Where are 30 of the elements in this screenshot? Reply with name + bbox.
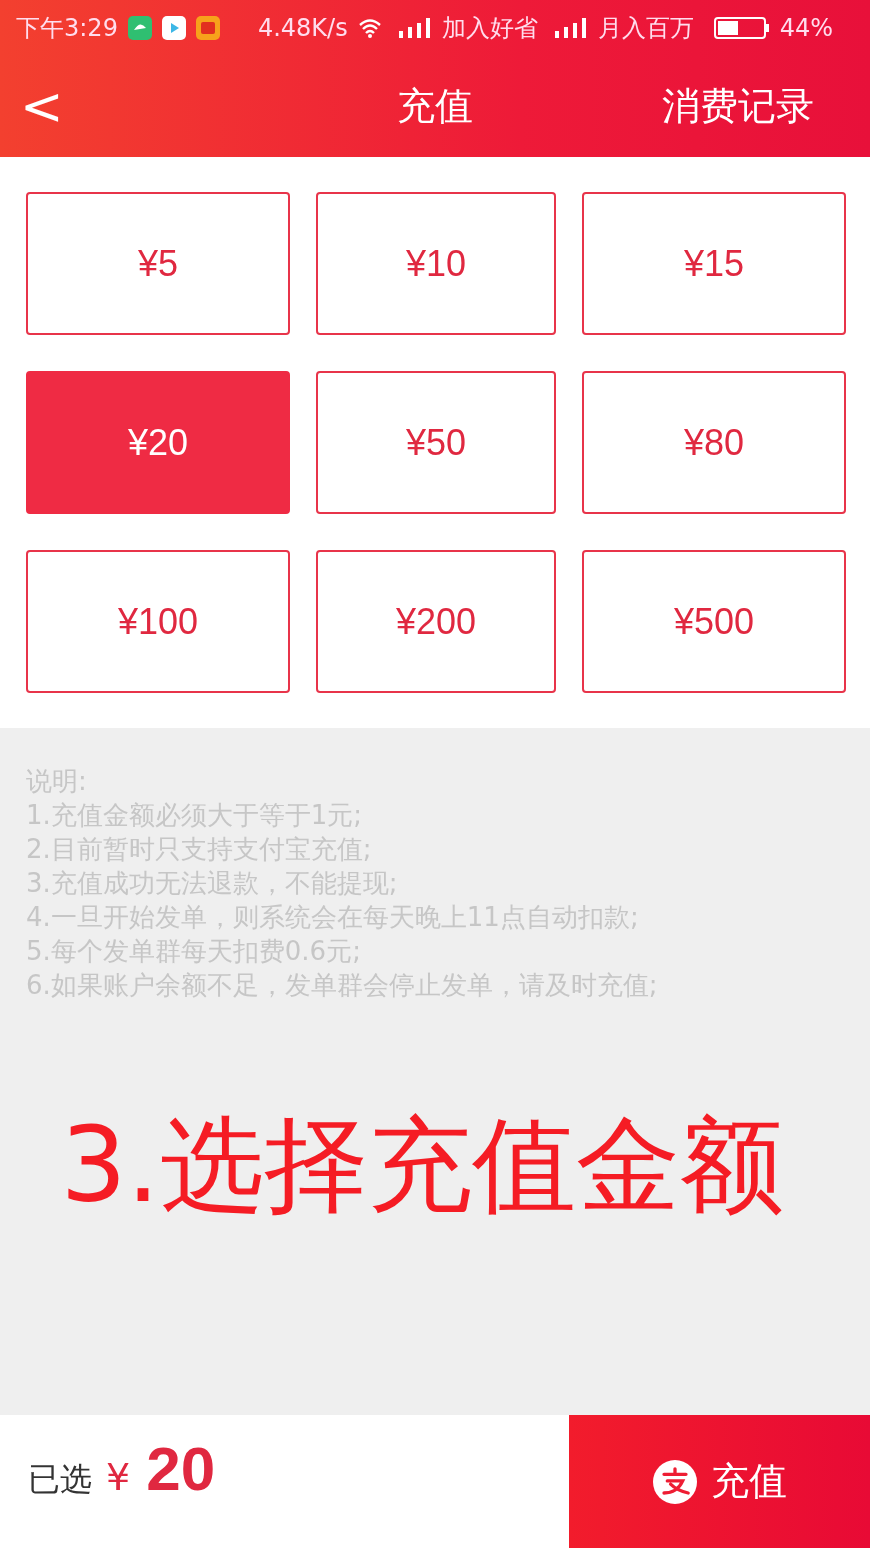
- amount-option[interactable]: ¥10: [316, 192, 556, 335]
- amount-option[interactable]: ¥200: [316, 550, 556, 693]
- annotation-text: 3.选择充值金额: [59, 1108, 785, 1223]
- history-link[interactable]: 消费记录: [662, 80, 814, 132]
- currency-sign: ¥: [106, 1455, 131, 1499]
- carrier-name: 月入百万: [597, 12, 694, 44]
- app-icon: [127, 15, 152, 40]
- page-title: 充值: [396, 82, 474, 130]
- selected-amount: 20: [146, 1433, 216, 1504]
- amount-option[interactable]: ¥20: [26, 371, 290, 514]
- signal-icon: [553, 17, 588, 38]
- amount-option[interactable]: ¥50: [316, 371, 556, 514]
- carrier-name: 加入好省: [441, 12, 538, 44]
- app-icon: [195, 15, 220, 40]
- back-button[interactable]: <: [14, 80, 70, 132]
- amount-option[interactable]: ¥5: [26, 192, 290, 335]
- signal-icon: [397, 17, 432, 38]
- pay-button[interactable]: 充值: [569, 1415, 870, 1548]
- selected-label: 已选: [28, 1459, 92, 1500]
- play-icon: [161, 15, 186, 40]
- battery-percent: 44%: [779, 13, 833, 42]
- status-time: 下午3:29: [16, 12, 118, 44]
- amount-option[interactable]: ¥100: [26, 550, 290, 693]
- amount-option[interactable]: ¥500: [582, 550, 846, 693]
- alipay-icon: [652, 1459, 697, 1504]
- wifi-icon: [357, 17, 382, 38]
- amount-option[interactable]: ¥80: [582, 371, 846, 514]
- network-speed: 4.48K/s: [257, 13, 348, 42]
- battery-icon: [713, 16, 770, 39]
- amount-option[interactable]: ¥15: [582, 192, 846, 335]
